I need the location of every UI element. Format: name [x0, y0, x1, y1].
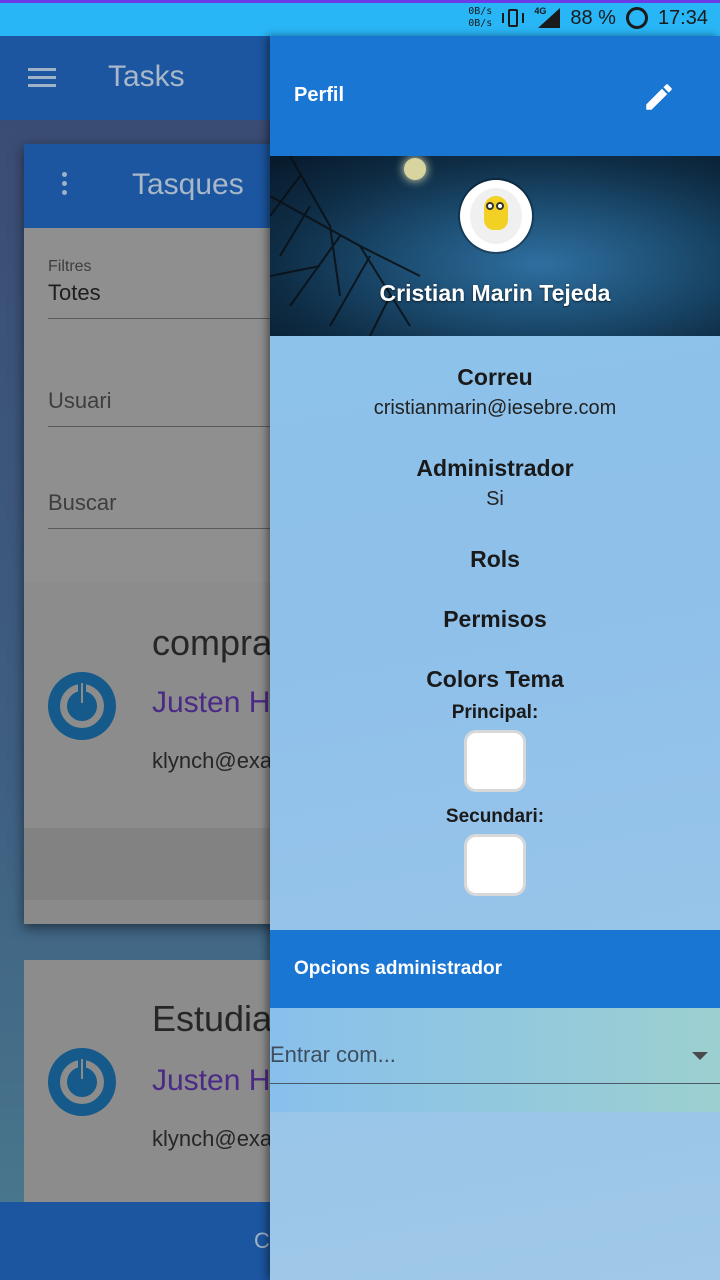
profile-banner: Cristian Marin Tejeda: [270, 156, 720, 336]
arrow-drop-down-icon[interactable]: [692, 1052, 708, 1060]
task-title: Estudia: [152, 998, 273, 1039]
clock: 17:34: [657, 6, 708, 29]
more-vert-icon[interactable]: [62, 172, 68, 199]
task-email: klynch@exa: [152, 748, 273, 773]
power-icon: [48, 1048, 116, 1116]
secondary-color-label: Secundari:: [445, 806, 545, 827]
avatar-image: [470, 188, 522, 244]
menu-icon[interactable]: [28, 68, 56, 88]
profile-drawer: Perfil Cristian Marin Tejeda Correu cris…: [270, 36, 720, 1280]
admin-label: Administrador: [416, 455, 574, 481]
moon-decoration: [404, 158, 426, 180]
app-title: Tasks: [108, 60, 185, 93]
login-as-select[interactable]: Entrar com...: [270, 1038, 720, 1084]
permissions-label: Permisos: [443, 606, 547, 632]
avatar: [460, 180, 532, 252]
admin-options-header: Opcions administrador: [270, 930, 720, 1008]
status-bar: 0B/s 0B/s 4G 88 % 17:34: [0, 0, 720, 36]
network-speed: 0B/s 0B/s: [468, 6, 492, 30]
battery-icon: [625, 7, 648, 29]
status-icons: 0B/s 0B/s 4G 88 % 17:34: [468, 0, 708, 36]
bottom-bar-text: C: [254, 1228, 270, 1253]
primary-color-label-row: Principal:: [270, 702, 720, 724]
drawer-toolbar: Perfil: [270, 36, 720, 156]
task-email: klynch@exa: [152, 1126, 273, 1151]
admin-value: Si: [486, 488, 504, 510]
secondary-color-label-row: Secundari:: [270, 806, 720, 828]
roles-label: Rols: [470, 546, 520, 572]
roles-section: Rols: [270, 546, 720, 573]
email-section: Correu cristianmarin@iesebre.com: [270, 364, 720, 420]
login-as-section: Entrar com...: [270, 1008, 720, 1112]
tasks-card-title: Tasques: [132, 168, 244, 201]
permissions-section: Permisos: [270, 606, 720, 633]
task-title: compra: [152, 622, 273, 663]
admin-options-title: Opcions administrador: [294, 958, 502, 979]
power-icon: [48, 672, 116, 740]
signal-icon: 4G: [534, 6, 561, 30]
email-label: Correu: [457, 364, 533, 390]
network-speed-down: 0B/s: [468, 18, 493, 29]
theme-colors-section: Colors Tema: [270, 666, 720, 693]
email-value: cristianmarin@iesebre.com: [373, 397, 617, 419]
secondary-color-swatch[interactable]: [464, 834, 526, 896]
primary-color-label: Principal:: [451, 702, 539, 723]
drawer-title: Perfil: [294, 84, 345, 106]
theme-colors-label: Colors Tema: [426, 666, 564, 692]
user-name: Cristian Marin Tejeda: [379, 280, 611, 306]
network-speed-up: 0B/s: [468, 6, 493, 17]
admin-section: Administrador Si: [270, 455, 720, 511]
edit-icon[interactable]: [642, 80, 676, 114]
primary-color-swatch[interactable]: [464, 730, 526, 792]
vibrate-icon: [502, 7, 525, 29]
login-as-placeholder: Entrar com...: [270, 1042, 396, 1067]
task-user: Justen H: [152, 686, 271, 719]
task-user: Justen H: [152, 1064, 271, 1097]
battery-percent: 88 %: [570, 6, 616, 29]
